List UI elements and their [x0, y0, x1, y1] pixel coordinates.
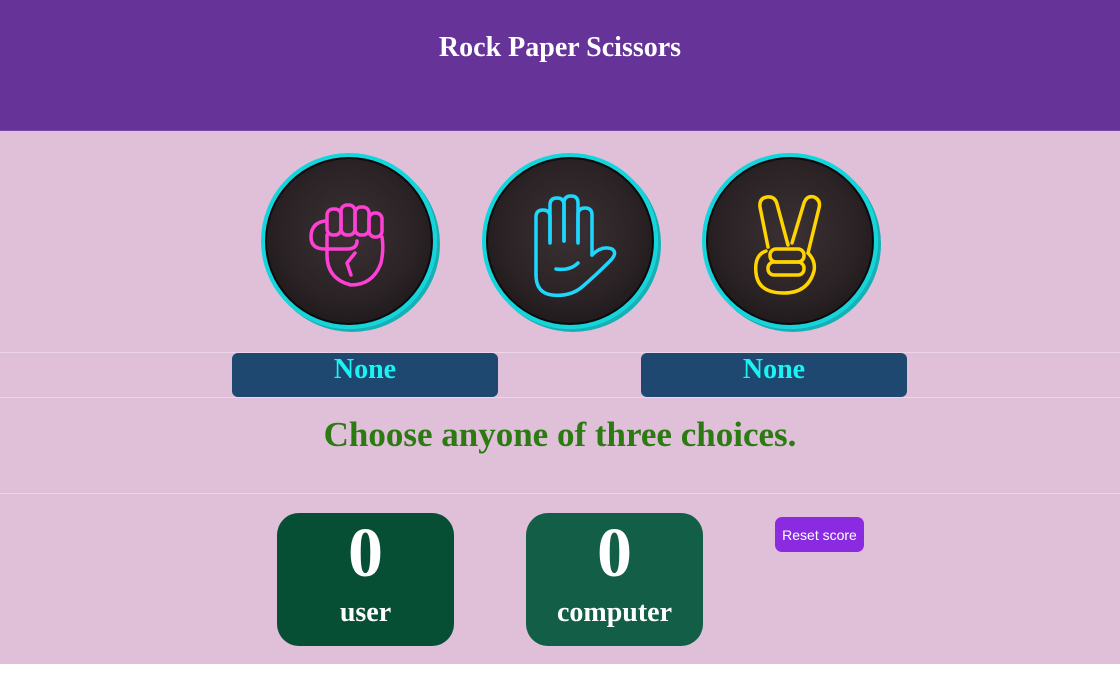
fist-icon [309, 203, 385, 287]
divider [0, 397, 1120, 398]
user-score-value: 0 [348, 515, 383, 592]
divider [0, 493, 1120, 494]
game-area: None None Choose anyone of three choices… [0, 131, 1120, 664]
user-score-box: 0 user [277, 513, 454, 646]
computer-score-box: 0 computer [526, 513, 703, 646]
divider [0, 352, 1120, 353]
app: Rock Paper Scissors None None Choose any… [0, 0, 1120, 696]
paper-choice-button[interactable] [482, 153, 658, 329]
scissors-choice-button[interactable] [702, 153, 878, 329]
page-title: Rock Paper Scissors [438, 32, 682, 63]
open-hand-icon [534, 194, 617, 298]
peace-sign-icon [753, 194, 822, 295]
header-bar: Rock Paper Scissors [0, 0, 1120, 131]
computer-score-value: 0 [597, 515, 632, 592]
rock-choice-button[interactable] [261, 153, 437, 329]
user-score-label: user [339, 597, 392, 628]
reset-score-button[interactable]: Reset score [775, 517, 864, 552]
computer-score-label: computer [556, 597, 673, 628]
computer-pick-display: None [641, 353, 907, 397]
user-pick-display: None [232, 353, 498, 397]
status-message: Choose anyone of three choices. [323, 415, 797, 454]
